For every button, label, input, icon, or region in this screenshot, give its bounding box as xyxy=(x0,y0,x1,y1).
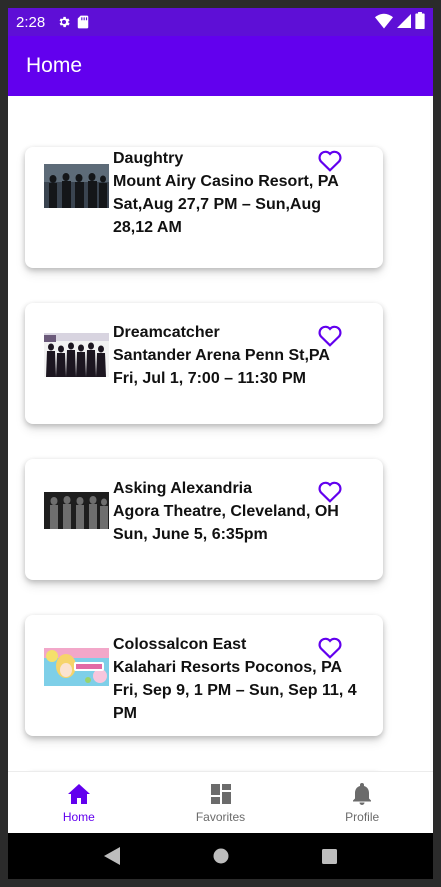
event-card[interactable]: Colossalcon East Kalahari Resorts Pocono… xyxy=(25,615,383,736)
event-card[interactable]: Asking Alexandria Agora Theatre, Clevela… xyxy=(25,459,383,580)
nav-profile[interactable]: Profile xyxy=(291,772,433,833)
heart-outline-icon[interactable] xyxy=(317,479,343,503)
event-image xyxy=(44,164,109,208)
event-list[interactable]: Daughtry Mount Airy Casino Resort, PA Sa… xyxy=(8,96,433,771)
event-datetime: Sun, June 5, 6:35pm xyxy=(113,526,268,543)
phone-screen: 2:28 Home Daughtry Mount Airy Casino Res… xyxy=(8,8,433,879)
recents-icon[interactable] xyxy=(321,848,337,864)
sd-card-icon xyxy=(77,15,89,29)
wifi-icon xyxy=(375,13,393,28)
heart-outline-icon[interactable] xyxy=(317,635,343,659)
battery-icon xyxy=(415,12,425,29)
event-venue: Santander Arena Penn St,PA xyxy=(113,347,330,364)
app-bar: Home xyxy=(8,36,433,96)
home-icon xyxy=(67,784,90,804)
event-venue: Kalahari Resorts Poconos, PA xyxy=(113,659,343,676)
gear-icon xyxy=(59,16,70,28)
nav-label: Favorites xyxy=(195,810,246,824)
event-image xyxy=(44,333,109,377)
event-datetime: Sat,Aug 27,7 PM – Sun,Aug 28,12 AM xyxy=(113,196,322,236)
status-bar: 2:28 xyxy=(8,8,433,36)
event-image xyxy=(44,648,109,686)
bell-icon xyxy=(353,783,372,805)
nav-label: Profile xyxy=(345,810,380,824)
home-circle-icon[interactable] xyxy=(213,848,229,864)
dashboard-icon xyxy=(210,784,231,804)
status-left-icons xyxy=(57,15,89,29)
event-card[interactable]: Daughtry Mount Airy Casino Resort, PA Sa… xyxy=(25,147,383,268)
system-navigation-bar xyxy=(8,833,433,879)
back-icon[interactable] xyxy=(104,847,121,865)
event-venue: Mount Airy Casino Resort, PA xyxy=(113,173,339,190)
status-time: 2:28 xyxy=(16,13,46,31)
bottom-navigation: Home Favorites Profile xyxy=(8,771,433,833)
event-card[interactable]: Dreamcatcher Santander Arena Penn St,PA … xyxy=(25,303,383,424)
event-venue: Agora Theatre, Cleveland, OH xyxy=(113,503,339,520)
nav-favorites[interactable]: Favorites xyxy=(150,772,292,833)
heart-outline-icon[interactable] xyxy=(317,323,343,347)
nav-home[interactable]: Home xyxy=(8,772,150,833)
event-datetime: Fri, Sep 9, 1 PM – Sun, Sep 11, 4 PM xyxy=(113,682,357,722)
nav-label: Home xyxy=(62,810,95,824)
status-right-icons xyxy=(375,12,425,29)
heart-outline-icon[interactable] xyxy=(317,148,343,172)
page-title: Home xyxy=(26,54,83,77)
signal-icon xyxy=(397,13,411,28)
event-image xyxy=(44,492,109,529)
event-datetime: Fri, Jul 1, 7:00 – 11:30 PM xyxy=(113,370,306,387)
